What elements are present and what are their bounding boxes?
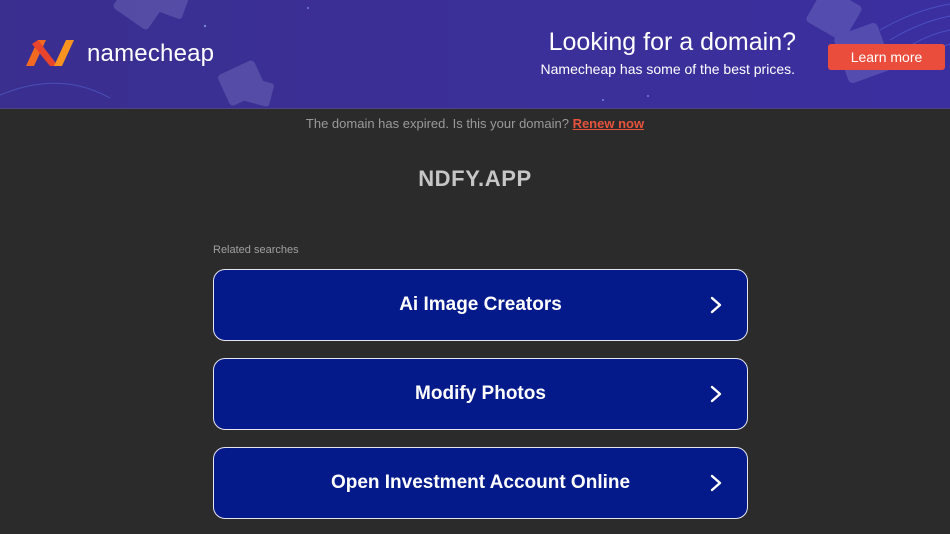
brand-name: namecheap [87, 40, 215, 67]
domain-name-title: NDFY.APP [418, 166, 532, 191]
related-search-label: Open Investment Account Online [330, 472, 631, 493]
chevron-right-icon [710, 474, 722, 492]
related-search-open-investment-account[interactable]: Open Investment Account Online [213, 447, 748, 519]
related-search-label: Ai Image Creators [399, 294, 562, 315]
promo-banner: namecheap Looking for a domain? Namechea… [0, 0, 950, 109]
promo-title: Looking for a domain? [548, 28, 796, 56]
namecheap-mark-icon [26, 40, 74, 66]
expired-notice-text: The domain has expired. Is this your dom… [305, 116, 569, 131]
related-searches-label: Related searches [213, 244, 299, 256]
learn-more-button[interactable]: Learn more [828, 44, 945, 70]
chevron-right-icon [710, 296, 722, 314]
promo-subtitle: Namecheap has some of the best prices. [540, 61, 795, 77]
expired-notice: The domain has expired. Is this your dom… [0, 116, 950, 131]
related-search-ai-image-creators[interactable]: Ai Image Creators [213, 269, 748, 341]
related-search-label: Modify Photos [415, 383, 546, 404]
related-search-modify-photos[interactable]: Modify Photos [213, 358, 748, 430]
chevron-right-icon [710, 385, 722, 403]
renew-now-link[interactable]: Renew now [573, 116, 645, 131]
namecheap-logo[interactable]: namecheap [22, 36, 214, 70]
